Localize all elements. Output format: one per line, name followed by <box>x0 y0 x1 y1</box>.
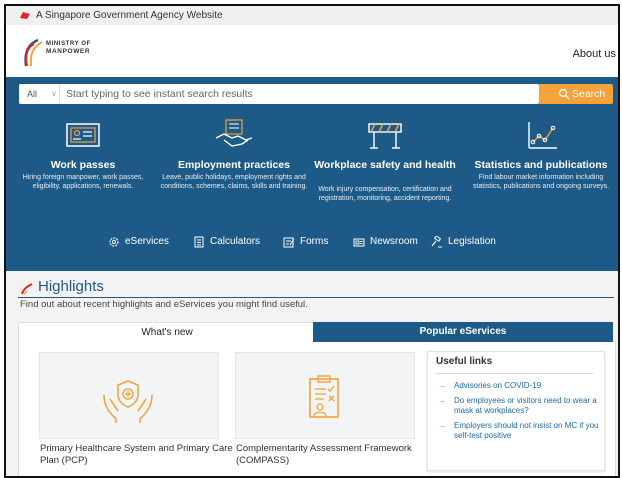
quick-link-label: Legislation <box>448 236 496 247</box>
highlights-title: Highlights <box>38 278 104 295</box>
search-scope-select[interactable]: All ∨ <box>19 84 60 104</box>
barrier-icon <box>368 123 402 149</box>
category-desc: Find labour market information including… <box>472 174 610 190</box>
highlight-card-caption[interactable]: Complementarity Assessment Framework (CO… <box>236 443 436 467</box>
search-button-label: Search <box>572 88 606 100</box>
search-scope-label: All <box>27 89 38 99</box>
highlight-card-compass[interactable] <box>235 352 415 439</box>
category-desc: Hiring foreign manpower, work passes, el… <box>22 174 144 190</box>
category-title: Work passes <box>50 159 116 171</box>
quick-link-label: Forms <box>300 236 329 247</box>
useful-link-text: Advisories on COVID-19 <box>454 381 542 390</box>
site-header: MINISTRY OF MANPOWER About us <box>6 25 618 77</box>
logo-text: MINISTRY OF MANPOWER <box>46 41 91 55</box>
useful-links-heading: Useful links <box>436 356 493 367</box>
browser-page: A Singapore Government Agency Website MI… <box>4 4 620 478</box>
search-bar: All ∨ Search <box>6 77 618 111</box>
arrow-right-icon: → <box>438 421 446 430</box>
useful-link-text: Employers should not insist on MC if you… <box>454 421 599 440</box>
highlight-card-pcp[interactable] <box>39 352 219 439</box>
handshake-icon <box>215 119 253 147</box>
quick-link-label: Newsroom <box>370 236 418 247</box>
form-icon <box>283 237 295 248</box>
search-box: All ∨ <box>19 84 539 104</box>
useful-links-box: Useful links → Advisories on COVID-19 → … <box>427 351 605 471</box>
chevron-down-icon: ∨ <box>51 89 57 98</box>
quick-link-label: eServices <box>125 236 169 247</box>
category-desc: Work injury compensation, certification … <box>318 186 452 202</box>
about-us-link[interactable]: About us <box>573 48 616 60</box>
whats-new-panel: Primary Healthcare System and Primary Ca… <box>18 342 616 476</box>
category-section: Work passes Hiring foreign manpower, wor… <box>6 111 618 271</box>
highlight-card-caption[interactable]: Primary Healthcare System and Primary Ca… <box>40 443 240 467</box>
category-title: Employment practices <box>177 159 291 171</box>
arrow-right-icon: → <box>438 396 446 405</box>
gavel-icon <box>431 236 442 248</box>
lion-head-icon <box>20 12 30 19</box>
search-icon <box>558 88 570 100</box>
quick-link-label: Calculators <box>210 236 261 247</box>
quick-links: eServices Calculators Forms Newsroom Leg… <box>6 231 618 253</box>
checklist-person-icon <box>309 375 339 418</box>
tab-popular-eservices[interactable]: Popular eServices <box>313 322 613 342</box>
arrow-right-icon: → <box>438 381 446 390</box>
gov-banner: A Singapore Government Agency Website <box>6 6 618 25</box>
gov-banner-text: A Singapore Government Agency Website <box>36 10 223 21</box>
healthcare-hands-icon <box>103 380 153 423</box>
useful-link-text: Do employees or visitors need to wear a … <box>454 396 597 415</box>
highlights-divider <box>18 297 614 298</box>
id-card-icon <box>66 123 100 147</box>
search-button[interactable]: Search <box>539 84 613 104</box>
logo-line-2: MANPOWER <box>46 48 91 55</box>
highlights-section: Highlights Find out about recent highlig… <box>6 271 618 476</box>
mom-logo-icon[interactable] <box>18 38 44 68</box>
ribbon-icon <box>21 283 33 295</box>
highlights-subtitle: Find out about recent highlights and eSe… <box>20 299 308 310</box>
calculator-icon <box>194 236 204 248</box>
category-desc: Leave, public holidays, employment right… <box>160 174 308 190</box>
search-input[interactable] <box>66 84 536 104</box>
gear-icon <box>109 237 119 247</box>
category-title: Workplace safety and health <box>314 159 456 171</box>
logo-line-1: MINISTRY OF <box>46 41 91 47</box>
chart-icon <box>528 122 557 149</box>
useful-links-divider <box>436 373 594 374</box>
tab-whats-new[interactable]: What's new <box>18 322 316 343</box>
category-title: Statistics and publications <box>474 159 608 171</box>
newspaper-icon <box>353 238 365 247</box>
